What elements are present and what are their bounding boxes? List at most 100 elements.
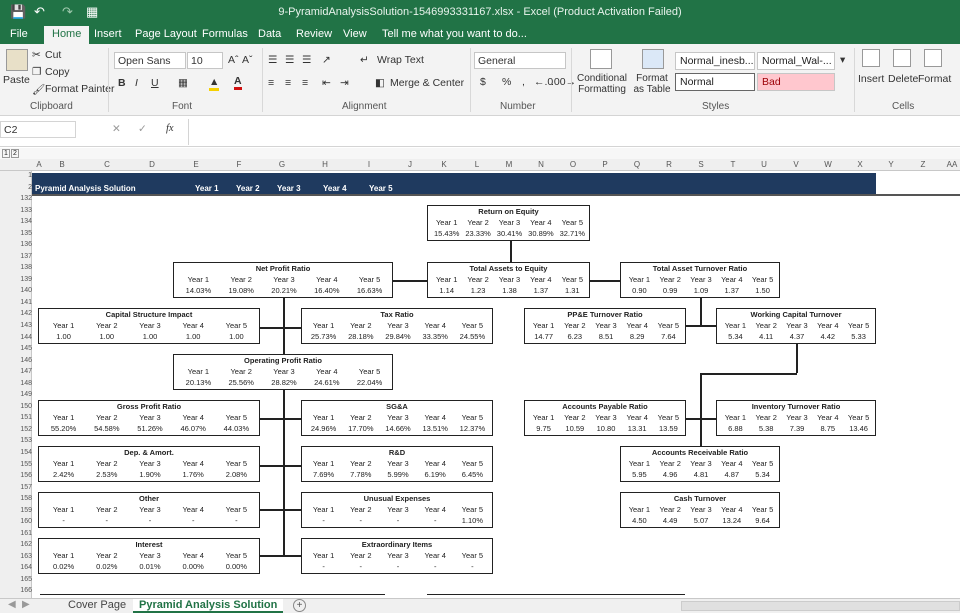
align-center-icon[interactable]: ≡ xyxy=(285,77,291,89)
column-header[interactable]: Q xyxy=(627,160,647,169)
conditional-formatting-button[interactable]: Conditional Formatting xyxy=(576,73,628,95)
outline-level-1[interactable]: 1 xyxy=(2,149,10,158)
insert-function-button[interactable]: fx xyxy=(166,123,174,134)
align-bottom-icon[interactable]: ☰ xyxy=(302,54,311,66)
row-header[interactable]: 133 xyxy=(6,207,32,214)
tab-pyramid-analysis-solution[interactable]: Pyramid Analysis Solution xyxy=(133,599,284,613)
format-painter-button[interactable]: Format Painter xyxy=(45,83,114,95)
italic-button[interactable]: I xyxy=(135,77,138,89)
outline-level-2[interactable]: 2 xyxy=(11,149,19,158)
column-header[interactable]: P xyxy=(595,160,615,169)
row-header[interactable]: 165 xyxy=(6,576,32,583)
row-header[interactable]: 1 xyxy=(6,172,32,179)
font-color-icon[interactable]: A xyxy=(234,75,242,90)
tell-me-search[interactable]: Tell me what you want to do... xyxy=(382,28,527,40)
column-header[interactable]: F xyxy=(229,160,249,169)
column-header[interactable]: U xyxy=(754,160,774,169)
increase-indent-icon[interactable]: ⇥ xyxy=(340,77,349,89)
delete-cells-icon[interactable] xyxy=(893,49,911,67)
align-middle-icon[interactable]: ☰ xyxy=(285,54,294,66)
prev-sheet-icon[interactable]: ◀ xyxy=(8,599,16,610)
menu-tab-page-layout[interactable]: Page Layout xyxy=(135,28,197,40)
currency-button[interactable]: $ xyxy=(480,76,486,88)
merge-center-icon[interactable]: ◧ xyxy=(375,77,385,89)
style-normal[interactable]: Normal xyxy=(675,73,755,91)
column-header[interactable]: X xyxy=(850,160,870,169)
menu-tab-formulas[interactable]: Formulas xyxy=(202,28,248,40)
column-header[interactable]: I xyxy=(359,160,379,169)
font-name-select[interactable]: Open Sans xyxy=(114,52,186,69)
insert-button[interactable]: Insert xyxy=(858,73,884,85)
column-header[interactable]: N xyxy=(531,160,551,169)
column-header[interactable]: R xyxy=(659,160,679,169)
row-header[interactable]: 159 xyxy=(6,507,32,514)
row-header[interactable]: 151 xyxy=(6,414,32,421)
row-header[interactable]: 166 xyxy=(6,587,32,594)
add-sheet-icon[interactable]: + xyxy=(293,599,306,612)
column-header[interactable]: Y xyxy=(881,160,901,169)
wrap-text-button[interactable]: Wrap Text xyxy=(377,54,424,66)
format-as-table-button[interactable]: Format as Table xyxy=(630,73,674,95)
row-header[interactable]: 164 xyxy=(6,564,32,571)
row-header[interactable]: 141 xyxy=(6,299,32,306)
row-header[interactable]: 135 xyxy=(6,230,32,237)
align-left-icon[interactable]: ≡ xyxy=(268,77,274,89)
align-top-icon[interactable]: ☰ xyxy=(268,54,277,66)
format-as-table-icon[interactable] xyxy=(642,49,664,69)
row-header[interactable]: 145 xyxy=(6,345,32,352)
row-header[interactable]: 144 xyxy=(6,334,32,341)
row-header[interactable]: 161 xyxy=(6,530,32,537)
row-header[interactable]: 138 xyxy=(6,264,32,271)
column-header[interactable]: O xyxy=(563,160,583,169)
number-format-select[interactable]: General xyxy=(474,52,566,69)
column-header[interactable]: AA xyxy=(942,160,960,169)
column-header[interactable]: K xyxy=(434,160,454,169)
paste-button[interactable]: Paste xyxy=(3,74,30,86)
enter-icon[interactable]: ✓ xyxy=(138,123,147,135)
row-header[interactable]: 136 xyxy=(6,241,32,248)
percent-button[interactable]: % xyxy=(502,76,511,88)
style-normal-wal[interactable]: Normal_Wal-... xyxy=(757,52,835,70)
menu-tab-data[interactable]: Data xyxy=(258,28,281,40)
format-painter-icon[interactable]: 🖌 xyxy=(32,83,45,96)
name-box[interactable]: C2 xyxy=(0,121,76,138)
menu-tab-insert[interactable]: Insert xyxy=(94,28,122,40)
wrap-text-icon[interactable]: ↵ xyxy=(360,54,369,66)
row-header[interactable]: 147 xyxy=(6,368,32,375)
row-header[interactable]: 142 xyxy=(6,310,32,317)
menu-tab-review[interactable]: Review xyxy=(296,28,332,40)
cut-button[interactable]: Cut xyxy=(45,49,61,61)
column-header[interactable]: V xyxy=(786,160,806,169)
row-header[interactable]: 139 xyxy=(6,276,32,283)
menu-tab-file[interactable]: File xyxy=(10,28,28,40)
row-header[interactable]: 154 xyxy=(6,449,32,456)
menu-tab-home[interactable]: Home xyxy=(44,26,90,44)
column-header[interactable]: S xyxy=(691,160,711,169)
format-button[interactable]: Format xyxy=(918,73,951,85)
column-header[interactable]: E xyxy=(186,160,206,169)
cut-icon[interactable]: ✂ xyxy=(32,49,41,61)
underline-button[interactable]: U xyxy=(151,77,159,89)
paste-icon[interactable] xyxy=(6,49,28,71)
insert-cells-icon[interactable] xyxy=(862,49,880,67)
column-header[interactable]: G xyxy=(272,160,292,169)
row-header[interactable]: 148 xyxy=(6,380,32,387)
merge-center-button[interactable]: Merge & Center xyxy=(390,77,464,89)
row-header[interactable]: 2 xyxy=(6,184,32,191)
row-header[interactable]: 149 xyxy=(6,391,32,398)
row-header[interactable]: 143 xyxy=(6,322,32,329)
align-right-icon[interactable]: ≡ xyxy=(302,77,308,89)
row-header[interactable]: 150 xyxy=(6,403,32,410)
style-bad[interactable]: Bad xyxy=(757,73,835,91)
column-header[interactable]: D xyxy=(142,160,162,169)
orientation-icon[interactable]: ↗ xyxy=(322,54,331,66)
row-header[interactable]: 162 xyxy=(6,541,32,548)
decrease-decimal-icon[interactable]: .00→ xyxy=(551,76,576,88)
copy-icon[interactable]: ❐ xyxy=(32,66,41,78)
column-header[interactable]: L xyxy=(467,160,487,169)
bold-button[interactable]: B xyxy=(118,77,126,89)
row-header[interactable]: 140 xyxy=(6,287,32,294)
comma-button[interactable]: , xyxy=(522,76,525,88)
styles-scroll-icon[interactable]: ▾ xyxy=(840,54,845,66)
format-cells-icon[interactable] xyxy=(924,49,942,67)
